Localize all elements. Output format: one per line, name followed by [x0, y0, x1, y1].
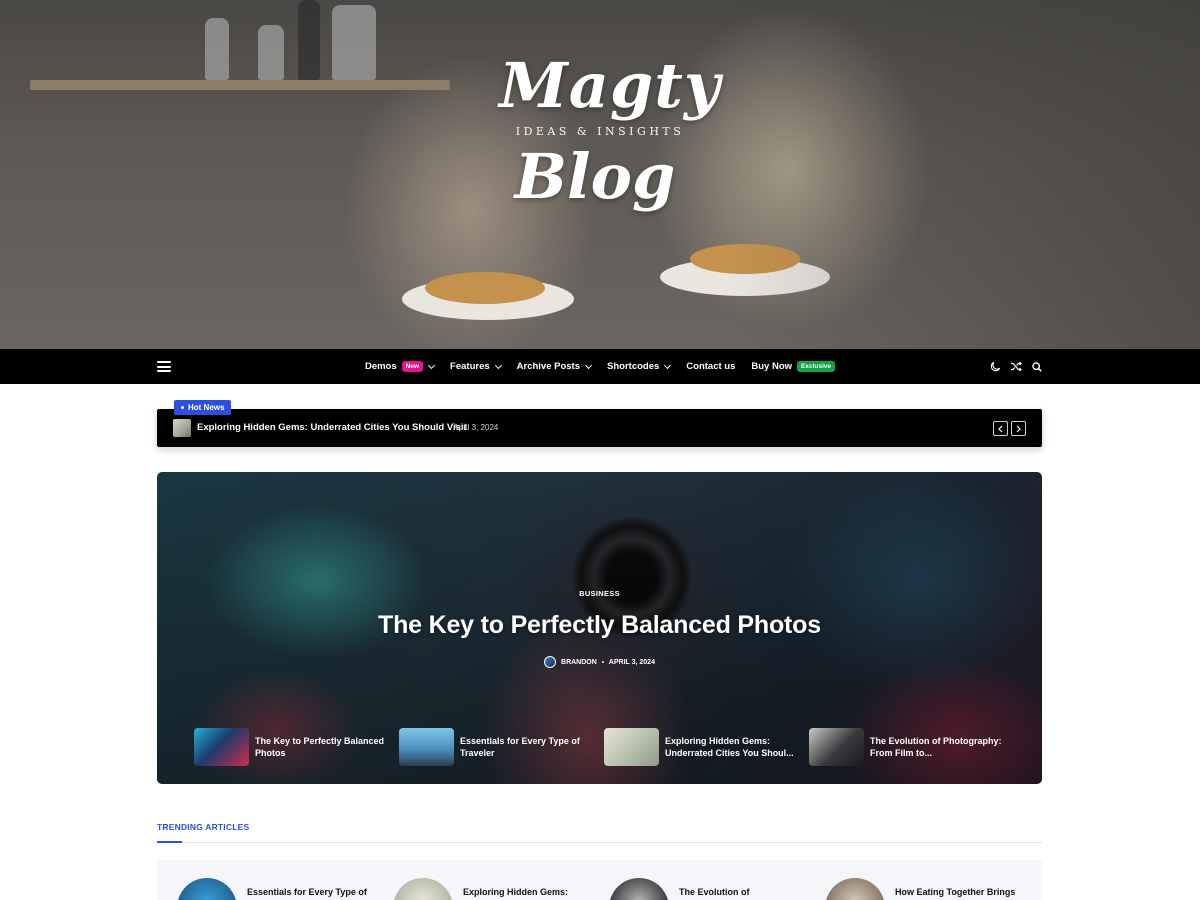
- mini-post-thumbnail[interactable]: [604, 728, 659, 766]
- mini-post[interactable]: Essentials for Every Type of Traveler: [399, 727, 604, 767]
- nav-item-label: Contact us: [686, 361, 736, 372]
- trending-title[interactable]: Essentials for Every Type of: [247, 878, 377, 900]
- nav-item-archive-posts[interactable]: Archive Posts: [516, 361, 593, 372]
- trending-title[interactable]: How Eating Together Brings: [895, 878, 1025, 900]
- heading-underline: [157, 841, 182, 843]
- featured-category[interactable]: BUSINESS: [157, 589, 1042, 598]
- mini-post[interactable]: The Evolution of Photography: From Film …: [809, 727, 1014, 767]
- dot-icon: [181, 406, 184, 409]
- ticker-next-button[interactable]: [1011, 421, 1026, 436]
- trending-item[interactable]: How Eating Together Brings: [825, 878, 1025, 900]
- trending-item[interactable]: Essentials for Every Type of: [177, 878, 377, 900]
- nav-item-label: Shortcodes: [607, 361, 660, 372]
- mini-post-thumbnail[interactable]: [399, 728, 454, 766]
- trending-thumbnail[interactable]: [177, 878, 237, 900]
- nav-item-features[interactable]: Features: [450, 361, 502, 372]
- trending-title[interactable]: Exploring Hidden Gems: Underrated Cities…: [463, 878, 593, 900]
- hot-news-label: Hot News: [188, 403, 225, 412]
- logo-wordmark-bottom: Blog: [514, 140, 676, 213]
- mini-post-title[interactable]: Exploring Hidden Gems: Underrated Cities…: [665, 735, 800, 759]
- nav-item-label: Demos: [364, 361, 397, 372]
- trending-item[interactable]: The Evolution of Photography: From Film …: [609, 878, 809, 900]
- shuffle-icon[interactable]: [1010, 361, 1022, 373]
- logo-tagline: IDEAS & INSIGHTS: [515, 125, 685, 138]
- trending-title[interactable]: The Evolution of Photography: From Film …: [679, 878, 809, 900]
- nav-item-contact[interactable]: Contact us: [686, 361, 735, 372]
- ticker-date: April 3, 2024: [449, 423, 498, 432]
- ticker-headline[interactable]: Exploring Hidden Gems: Underrated Cities…: [197, 422, 467, 433]
- trending-thumbnail[interactable]: [825, 878, 885, 900]
- meta-separator: [601, 661, 604, 663]
- menu-icon[interactable]: [157, 361, 171, 372]
- mini-post-title[interactable]: The Key to Perfectly Balanced Photos: [255, 735, 390, 759]
- mini-post-thumbnail[interactable]: [194, 728, 249, 766]
- new-badge: New: [401, 361, 424, 372]
- trending-item[interactable]: Exploring Hidden Gems: Underrated Cities…: [393, 878, 593, 900]
- featured-title[interactable]: The Key to Perfectly Balanced Photos: [157, 611, 1042, 640]
- ticker-thumbnail[interactable]: [173, 419, 191, 437]
- author-avatar[interactable]: [544, 656, 557, 668]
- exclusive-badge: Exclusive: [797, 361, 836, 372]
- hero-banner: Magty IDEAS & INSIGHTS Blog: [0, 0, 1200, 349]
- chevron-down-icon: [427, 361, 436, 369]
- nav-item-label: Archive Posts: [516, 361, 581, 372]
- ticker-prev-button[interactable]: [993, 421, 1008, 436]
- trending-thumbnail[interactable]: [393, 878, 453, 900]
- mini-post-thumbnail[interactable]: [809, 728, 864, 766]
- pasta-decoration: [425, 272, 545, 304]
- moon-icon[interactable]: [989, 361, 1001, 373]
- main-navigation: Demos New Features Archive Posts Shortco…: [0, 349, 1200, 384]
- logo-wordmark-top: Magty: [499, 49, 721, 122]
- nav-tools: [989, 349, 1043, 384]
- featured-meta: BRANDON APRIL 3, 2024: [157, 656, 1042, 668]
- trending-thumbnail[interactable]: [609, 878, 669, 900]
- featured-mini-list: The Key to Perfectly Balanced Photos Ess…: [194, 727, 1014, 767]
- chevron-right-icon: [1016, 425, 1021, 432]
- featured-date: APRIL 3, 2024: [608, 658, 655, 666]
- trending-heading: TRENDING ARTICLES: [157, 822, 250, 832]
- mini-post-title[interactable]: Essentials for Every Type of Traveler: [460, 735, 595, 759]
- search-icon[interactable]: [1031, 361, 1043, 373]
- mini-post-title[interactable]: The Evolution of Photography: From Film …: [870, 735, 1005, 759]
- section-divider: [157, 842, 1042, 843]
- hot-news-badge: Hot News: [174, 400, 232, 415]
- featured-author[interactable]: BRANDON: [561, 659, 597, 666]
- news-ticker: Exploring Hidden Gems: Underrated Cities…: [157, 409, 1042, 447]
- nav-item-label: Features: [450, 361, 490, 372]
- chevron-down-icon: [494, 361, 502, 369]
- nav-item-buy-now[interactable]: Buy Now Exclusive: [751, 361, 836, 372]
- nav-item-shortcodes[interactable]: Shortcodes: [607, 361, 672, 372]
- nav-item-demos[interactable]: Demos New: [364, 361, 436, 372]
- chevron-left-icon: [998, 425, 1003, 432]
- site-logo[interactable]: Magty IDEAS & INSIGHTS Blog: [0, 55, 1200, 208]
- nav-item-label: Buy Now: [751, 361, 793, 372]
- mini-post[interactable]: Exploring Hidden Gems: Underrated Cities…: [604, 727, 809, 767]
- chevron-down-icon: [584, 361, 593, 369]
- mini-post[interactable]: The Key to Perfectly Balanced Photos: [194, 727, 399, 767]
- featured-post[interactable]: BUSINESS The Key to Perfectly Balanced P…: [157, 472, 1042, 784]
- chevron-down-icon: [664, 361, 672, 369]
